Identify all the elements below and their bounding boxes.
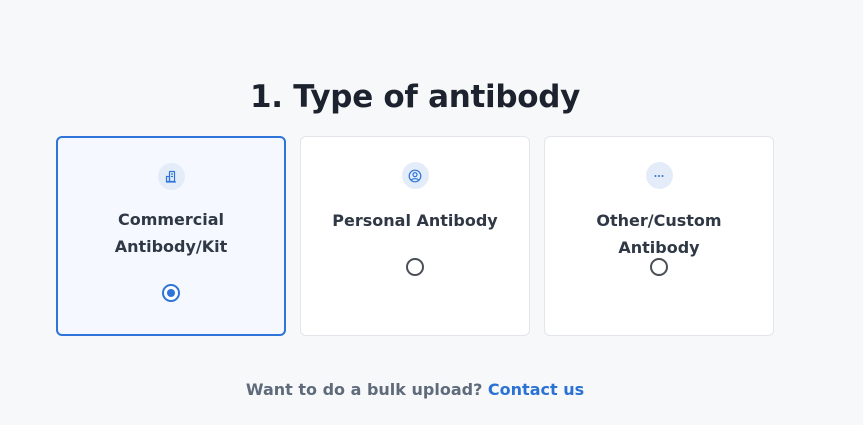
radio-button[interactable] bbox=[406, 258, 424, 276]
radio-selected-dot bbox=[167, 289, 175, 297]
option-card-other-custom-antibody[interactable]: Other/Custom Antibody bbox=[544, 136, 774, 336]
option-label: Other/Custom Antibody bbox=[596, 211, 722, 257]
radio-button[interactable] bbox=[650, 258, 668, 276]
page-title: 1. Type of antibody bbox=[249, 78, 581, 115]
option-card-commercial-antibody-kit[interactable]: Commercial Antibody/Kit bbox=[56, 136, 286, 336]
bulk-upload-prompt: Want to do a bulk upload? Contact us bbox=[0, 380, 830, 399]
option-label: Personal Antibody bbox=[332, 211, 498, 230]
option-card-personal-antibody[interactable]: Personal Antibody bbox=[300, 136, 530, 336]
contact-us-link[interactable]: Contact us bbox=[488, 380, 584, 399]
radio-button-selected[interactable] bbox=[162, 284, 180, 302]
building-icon bbox=[157, 163, 185, 190]
bulk-upload-text: Want to do a bulk upload? bbox=[245, 380, 483, 399]
option-label: Commercial Antibody/Kit bbox=[114, 210, 228, 256]
user-circle-icon bbox=[401, 162, 429, 189]
more-dots-icon bbox=[645, 162, 673, 189]
